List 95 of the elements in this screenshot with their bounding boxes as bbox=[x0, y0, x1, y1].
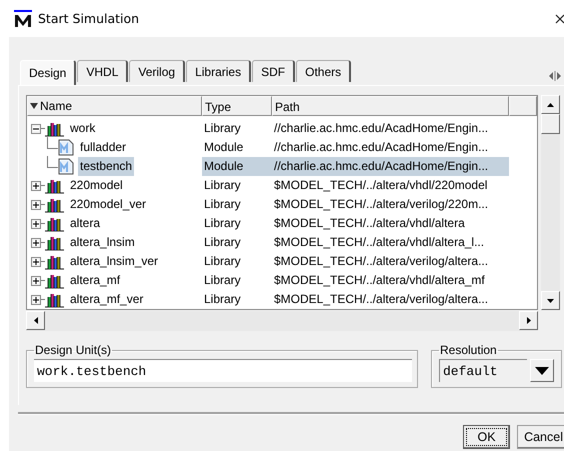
type-cell: Module bbox=[202, 157, 272, 176]
column-header-cell[interactable]: Name bbox=[27, 96, 202, 116]
library-icon bbox=[45, 272, 64, 288]
item-name: altera_mf_ver bbox=[69, 291, 144, 308]
type-cell-text: Library bbox=[203, 272, 242, 289]
item-name: altera_mf bbox=[69, 272, 122, 289]
library-icon bbox=[45, 234, 64, 250]
item-name: altera_lnsim_ver bbox=[69, 253, 160, 270]
sort-icon[interactable] bbox=[30, 102, 38, 110]
tab[interactable]: Verilog bbox=[129, 60, 186, 82]
close-icon[interactable] bbox=[555, 12, 564, 24]
library-icon bbox=[45, 196, 64, 212]
scroll-thumb[interactable] bbox=[541, 114, 560, 134]
type-cell-text: Library bbox=[203, 234, 242, 251]
type-cell-text: Library bbox=[203, 291, 242, 308]
expand-toggle[interactable] bbox=[31, 218, 41, 228]
tree-row[interactable]: altera Library $MODEL_TECH/../altera/vhdl/altera bbox=[27, 214, 537, 233]
library-icon bbox=[45, 178, 64, 194]
path-cell: //charlie.ac.hmc.edu/AcadHome/Engin... bbox=[272, 157, 509, 176]
expand-toggle[interactable] bbox=[31, 180, 41, 190]
tree-row[interactable]: altera_lnsim_ver Library $MODEL_TECH/../altera/verilog/altera... bbox=[27, 252, 537, 271]
tree-row[interactable]: 220model Library $MODEL_TECH/../altera/vhdl/220model bbox=[27, 176, 537, 195]
library-icon bbox=[45, 254, 64, 270]
scroll-left-icon[interactable] bbox=[34, 317, 38, 324]
path-cell-text: //charlie.ac.hmc.edu/AcadHome/Engin... bbox=[273, 139, 490, 156]
item-name: work bbox=[69, 120, 96, 137]
tab[interactable]: VHDL bbox=[77, 60, 128, 82]
plus-icon bbox=[33, 240, 39, 246]
path-cell-text: $MODEL_TECH/../altera/verilog/altera... bbox=[273, 291, 490, 308]
item-name: 220model bbox=[69, 177, 124, 194]
tree-row[interactable]: altera_mf Library $MODEL_TECH/../altera/vhdl/altera_mf bbox=[27, 271, 537, 290]
column-label: Name bbox=[40, 98, 72, 115]
window-title: Start Simulation bbox=[38, 11, 140, 26]
tree-row[interactable]: testbench Module //charlie.ac.hmc.edu/AcadHome/Engin... bbox=[27, 157, 537, 176]
tree-row[interactable]: fulladder Module //charlie.ac.hmc.edu/AcadHome/Engin... bbox=[27, 138, 537, 157]
tab[interactable]: SDF bbox=[252, 60, 296, 82]
item-name: fulladder bbox=[79, 139, 128, 156]
plus-icon bbox=[33, 278, 39, 284]
ok-button[interactable]: OK bbox=[463, 425, 510, 449]
plus-icon bbox=[33, 220, 39, 226]
tree-row[interactable]: altera_mf_ver Library $MODEL_TECH/../altera/verilog/altera... bbox=[27, 290, 537, 309]
plus-icon bbox=[33, 296, 39, 302]
horizontal-scrollbar[interactable] bbox=[26, 311, 538, 331]
tab[interactable]: Others bbox=[296, 60, 352, 82]
tree-row[interactable]: 220model_ver Library $MODEL_TECH/../altera/verilog/220m... bbox=[27, 195, 537, 214]
expand-toggle[interactable] bbox=[31, 276, 41, 286]
expand-toggle[interactable] bbox=[31, 124, 41, 134]
type-cell-text: Module bbox=[203, 139, 244, 156]
tree-row[interactable]: altera_lnsim Library $MODEL_TECH/../altera/vhdl/altera_l... bbox=[27, 233, 537, 252]
module-file-icon bbox=[58, 158, 74, 175]
type-cell-text: Library bbox=[203, 120, 242, 137]
design-unit-field[interactable]: work.testbench bbox=[34, 359, 412, 382]
plus-icon bbox=[33, 202, 39, 208]
group-label: Design Unit(s) bbox=[34, 343, 112, 357]
path-cell-text: $MODEL_TECH/../altera/vhdl/altera_l... bbox=[273, 234, 486, 251]
resolution-dropdown[interactable]: default bbox=[439, 359, 527, 382]
item-name: altera_lnsim bbox=[69, 234, 136, 251]
plus-icon bbox=[33, 182, 39, 188]
type-cell-text: Library bbox=[203, 177, 242, 194]
column-header[interactable]: Type bbox=[202, 96, 272, 116]
scroll-right-icon[interactable] bbox=[526, 317, 530, 324]
item-name: 220model_ver bbox=[69, 196, 148, 213]
column-header[interactable]: Path bbox=[272, 96, 509, 116]
path-cell-text: $MODEL_TECH/../altera/verilog/220m... bbox=[273, 196, 490, 213]
library-icon bbox=[45, 120, 64, 136]
type-cell-text: Library bbox=[203, 215, 242, 232]
dropdown-arrow-icon bbox=[535, 366, 549, 374]
group-label: Resolution bbox=[439, 343, 498, 357]
scroll-up-icon[interactable] bbox=[547, 102, 554, 106]
path-cell-text: $MODEL_TECH/../altera/verilog/altera... bbox=[273, 253, 490, 270]
path-cell-text: $MODEL_TECH/../altera/vhdl/altera bbox=[273, 215, 466, 232]
tab[interactable]: Libraries bbox=[186, 60, 252, 82]
expand-toggle[interactable] bbox=[31, 200, 41, 210]
type-cell-text: Library bbox=[203, 253, 242, 270]
path-cell-text: //charlie.ac.hmc.edu/AcadHome/Engin... bbox=[273, 120, 490, 137]
module-file-icon bbox=[58, 139, 74, 156]
item-name: altera bbox=[69, 215, 102, 232]
expand-toggle[interactable] bbox=[31, 256, 41, 266]
path-cell-text: $MODEL_TECH/../altera/vhdl/altera_mf bbox=[273, 272, 486, 289]
minus-icon bbox=[33, 126, 39, 132]
library-icon bbox=[45, 292, 64, 308]
type-cell-text: Library bbox=[203, 196, 242, 213]
cancel-button[interactable]: Cancel bbox=[517, 425, 564, 449]
plus-icon bbox=[33, 258, 39, 264]
expand-toggle[interactable] bbox=[31, 294, 41, 304]
library-icon bbox=[45, 216, 64, 232]
vertical-scrollbar[interactable] bbox=[541, 95, 560, 310]
tab[interactable]: Design bbox=[20, 60, 76, 85]
tree-row[interactable]: work Library //charlie.ac.hmc.edu/AcadHome/Engin... bbox=[27, 119, 537, 138]
expand-toggle[interactable] bbox=[31, 238, 41, 248]
app-logo-icon bbox=[14, 10, 32, 28]
item-name: testbench bbox=[78, 157, 134, 176]
path-cell-text: $MODEL_TECH/../altera/vhdl/220model bbox=[273, 177, 488, 194]
dropdown-button[interactable] bbox=[530, 359, 554, 382]
scroll-down-icon[interactable] bbox=[547, 298, 554, 302]
